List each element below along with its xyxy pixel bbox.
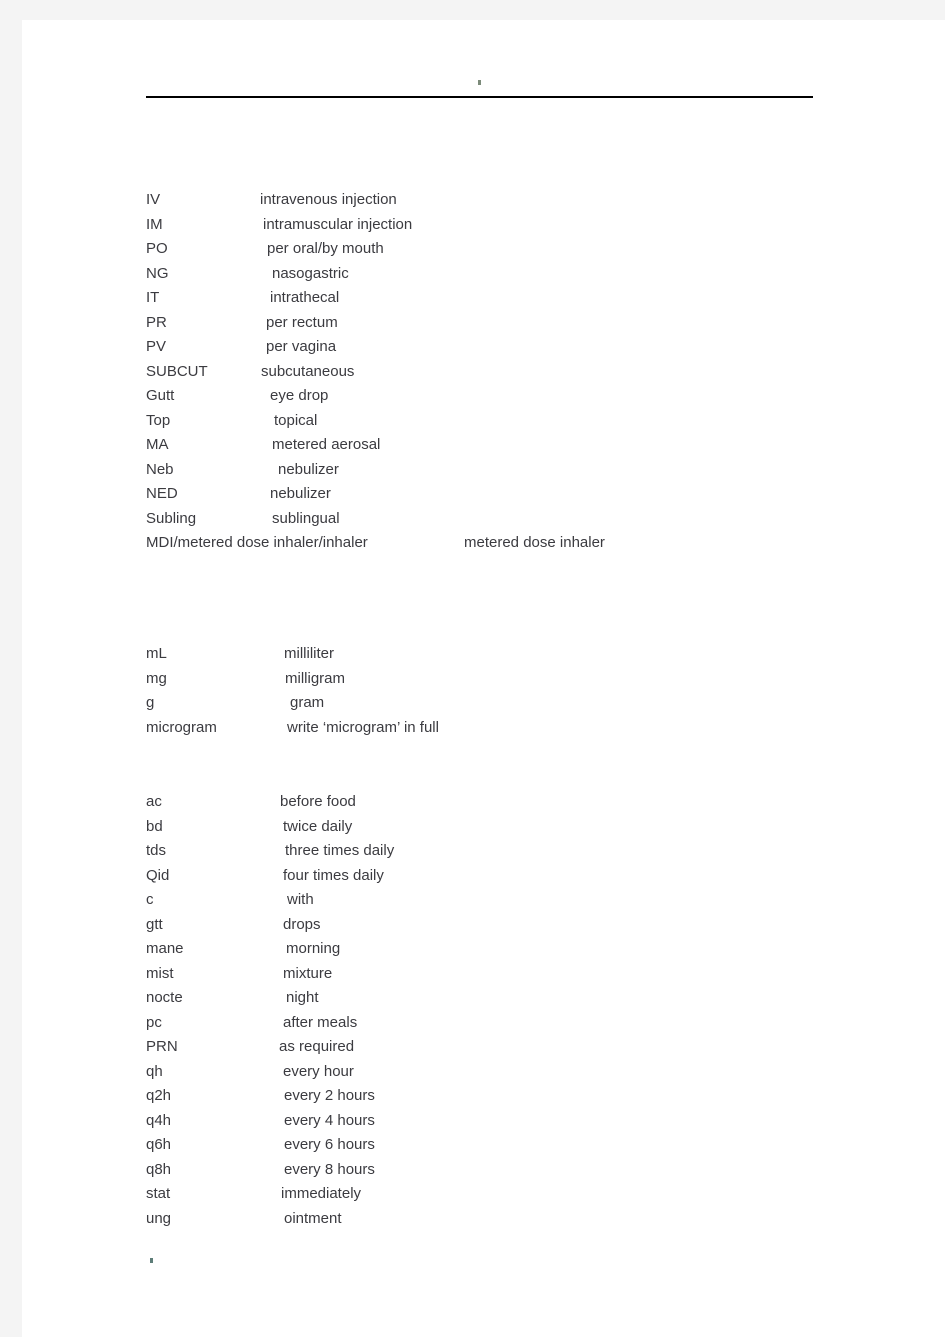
abbreviation-term: IM [146, 215, 163, 233]
abbreviation-term: stat [146, 1185, 171, 1202]
header-mark [478, 80, 481, 85]
abbreviation-term: q4h [146, 1111, 172, 1129]
abbreviation-term: PRN [146, 1038, 178, 1055]
abbreviation-term: PO [146, 240, 168, 257]
abbreviation-definition: milligram [285, 669, 345, 687]
abbreviation-term: SUBCUT [146, 362, 208, 380]
abbreviation-definition: ointment [284, 1209, 342, 1227]
abbreviation-term: PR [146, 313, 167, 331]
abbreviation-term: Top [146, 411, 171, 429]
abbreviation-term: mL [146, 645, 167, 662]
abbreviation-term: IT [146, 289, 160, 306]
header-horizontal-rule [146, 96, 813, 98]
abbreviation-definition: nebulizer [278, 460, 339, 478]
abbreviation-term: qh [146, 1062, 163, 1080]
abbreviation-term: ac [146, 793, 162, 810]
abbreviation-term: Qid [146, 866, 170, 884]
abbreviation-term: pc [146, 1013, 162, 1031]
abbreviation-definition: metered aerosal [272, 436, 381, 453]
abbreviation-term: MDI/metered dose inhaler/inhaler [146, 534, 368, 551]
abbreviation-definition: write ‘microgram’ in full [287, 718, 439, 736]
abbreviation-definition: every 2 hours [284, 1087, 375, 1104]
abbreviation-definition: intrathecal [270, 289, 340, 306]
abbreviation-term: mist [146, 964, 174, 982]
abbreviation-term: ung [146, 1209, 172, 1227]
abbreviation-term: gtt [146, 915, 163, 933]
abbreviation-definition: subcutaneous [261, 362, 355, 380]
abbreviation-term: q8h [146, 1160, 172, 1178]
abbreviation-term: PV [146, 338, 167, 355]
abbreviation-definition: intramuscular injection [263, 215, 413, 233]
abbreviation-term: microgram [146, 718, 217, 736]
abbreviation-definition: drops [283, 915, 321, 933]
abbreviation-definition: night [286, 989, 319, 1006]
abbreviation-term: mg [146, 669, 167, 687]
abbreviation-term: bd [146, 817, 163, 835]
abbreviation-term: Neb [146, 460, 174, 478]
document-page: IV intravenous injection IM intramuscular i… [22, 20, 945, 1337]
abbreviation-definition: milliliter [284, 645, 334, 662]
abbreviation-definition: with [287, 891, 314, 908]
abbreviation-term: q6h [146, 1136, 172, 1153]
abbreviation-term: IV [146, 191, 161, 208]
abbreviation-definition: every 4 hours [284, 1111, 375, 1129]
abbreviation-term: Gutt [146, 387, 175, 404]
abbreviation-definition: gram [290, 694, 325, 711]
abbreviation-definition: as required [279, 1038, 355, 1055]
abbreviation-term: nocte [146, 989, 183, 1006]
abbreviation-definition: four times daily [283, 866, 384, 884]
abbreviation-definition: immediately [281, 1185, 362, 1202]
abbreviation-definition: topical [274, 411, 318, 429]
abbreviation-definition: twice daily [283, 817, 353, 835]
abbreviation-definition: after meals [283, 1013, 358, 1031]
abbreviation-definition: sublingual [272, 509, 340, 527]
abbreviation-term: MA [146, 436, 169, 453]
abbreviation-term: mane [146, 940, 184, 957]
abbreviation-definition: morning [286, 940, 341, 957]
abbreviation-definition: nasogastric [272, 264, 349, 282]
abbreviation-definition: metered dose inhaler [464, 534, 605, 551]
abbreviation-definition: per vagina [266, 338, 337, 355]
abbreviation-term: NED [146, 485, 178, 502]
abbreviation-term: q2h [146, 1087, 172, 1104]
abbreviation-definition: before food [280, 793, 356, 810]
abbreviation-term: c [146, 891, 154, 908]
abbreviation-definition: three times daily [285, 842, 395, 859]
abbreviation-term: Subling [146, 509, 197, 527]
abbreviation-term: tds [146, 842, 167, 859]
abbreviation-definition: per rectum [266, 313, 338, 331]
abbreviation-term: g [146, 694, 155, 711]
abbreviation-definition: every 8 hours [284, 1160, 375, 1178]
abbreviation-definition: every 6 hours [284, 1136, 375, 1153]
abbreviation-definition: mixture [283, 964, 333, 982]
abbreviation-definition: eye drop [270, 387, 329, 404]
abbreviation-definition: nebulizer [270, 485, 331, 502]
abbreviation-term: NG [146, 264, 169, 282]
footer-mark [150, 1258, 153, 1263]
abbreviation-definition: per oral/by mouth [267, 240, 384, 257]
abbreviation-definition: intravenous injection [260, 191, 397, 208]
abbreviation-definition: every hour [283, 1062, 354, 1080]
